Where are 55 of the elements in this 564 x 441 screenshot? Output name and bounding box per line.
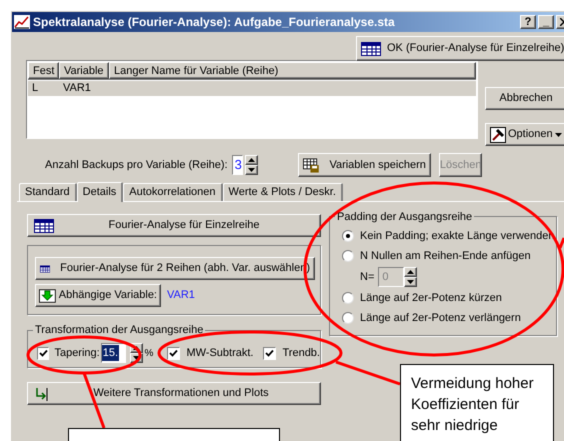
download-icon xyxy=(39,288,56,304)
save-variables-button[interactable]: Variablen speichern xyxy=(298,153,431,177)
radio-button[interactable] xyxy=(342,292,354,304)
dependent-variable-value: VAR1 xyxy=(167,288,195,304)
hammer-icon xyxy=(490,126,506,142)
more-transformations-button[interactable]: Weitere Transformationen und Plots xyxy=(27,382,321,405)
single-series-button[interactable]: Fourier-Analyse für Einzelreihe xyxy=(27,214,321,237)
radio-button[interactable] xyxy=(342,230,354,242)
callout-text: Vermeidung hoher Koeffizienten für sehr niedrige xyxy=(411,374,535,436)
leader-line xyxy=(336,360,400,386)
tab[interactable]: Details xyxy=(76,182,124,202)
radio-button[interactable] xyxy=(342,250,354,262)
percent-label: % xyxy=(144,346,154,360)
tapering-field[interactable]: 15. xyxy=(100,343,126,363)
tab[interactable]: Autokorrelationen xyxy=(123,183,223,201)
help-button[interactable]: ? xyxy=(520,15,536,29)
column-header[interactable]: Langer Name für Variable (Reihe) xyxy=(109,62,476,79)
chart-icon xyxy=(14,15,30,29)
tapering-label: Tapering: xyxy=(54,346,100,361)
radio-button[interactable] xyxy=(342,312,354,324)
checkbox[interactable] xyxy=(37,346,50,360)
ok-button[interactable]: OK (Fourier-Analyse für Einzelreihe) xyxy=(356,36,564,61)
table-cell-text: VAR1 xyxy=(62,81,92,96)
checkbox-label: MW-Subtrakt. xyxy=(186,346,254,361)
dependent-variable-button[interactable]: Abhängige Variable: xyxy=(35,284,161,307)
spin-buttons[interactable] xyxy=(244,155,258,175)
radio-label: N Nullen am Reihen-Ende anfügen xyxy=(360,248,531,264)
tab[interactable]: Standard xyxy=(19,183,77,201)
table-icon xyxy=(34,218,54,232)
checkbox[interactable] xyxy=(167,346,180,360)
backups-label: Anzahl Backups pro Variable (Reihe): xyxy=(45,158,228,173)
dropdown-arrow-icon xyxy=(554,132,562,136)
tab[interactable]: Werte & Plots / Deskr. xyxy=(222,183,343,201)
radio-label: Länge auf 2er-Potenz kürzen xyxy=(360,291,502,306)
group-title: Padding der Ausgangsreihe xyxy=(335,209,474,226)
cancel-button[interactable]: Abbrechen xyxy=(485,87,564,110)
spin-buttons[interactable] xyxy=(130,343,143,363)
arrow-icon xyxy=(34,386,48,402)
leader-line xyxy=(558,237,564,249)
checkbox[interactable] xyxy=(263,346,276,360)
table-row[interactable]: L VAR1 xyxy=(28,81,476,96)
spin-buttons[interactable] xyxy=(404,267,418,287)
floppy-grid-icon xyxy=(302,156,320,174)
table-cell-text: L xyxy=(31,81,40,96)
n-label: N= xyxy=(360,270,374,285)
radio-label: Länge auf 2er-Potenz verlängern xyxy=(360,310,521,326)
window-title: Spektralanalyse (Fourier-Analyse): Aufgabe_Fourieranalyse.sta xyxy=(33,14,395,31)
column-header[interactable]: Variable xyxy=(59,62,109,79)
group-title: Transformation der Ausgangsreihe xyxy=(33,322,206,338)
checkbox-label: Trendb. xyxy=(282,346,320,361)
table-icon xyxy=(361,42,381,56)
options-button[interactable]: Optionen xyxy=(485,123,564,146)
minimize-button[interactable]: _ xyxy=(538,15,554,29)
backups-field[interactable]: 3 xyxy=(232,155,243,175)
column-header[interactable]: Fest xyxy=(28,62,59,79)
